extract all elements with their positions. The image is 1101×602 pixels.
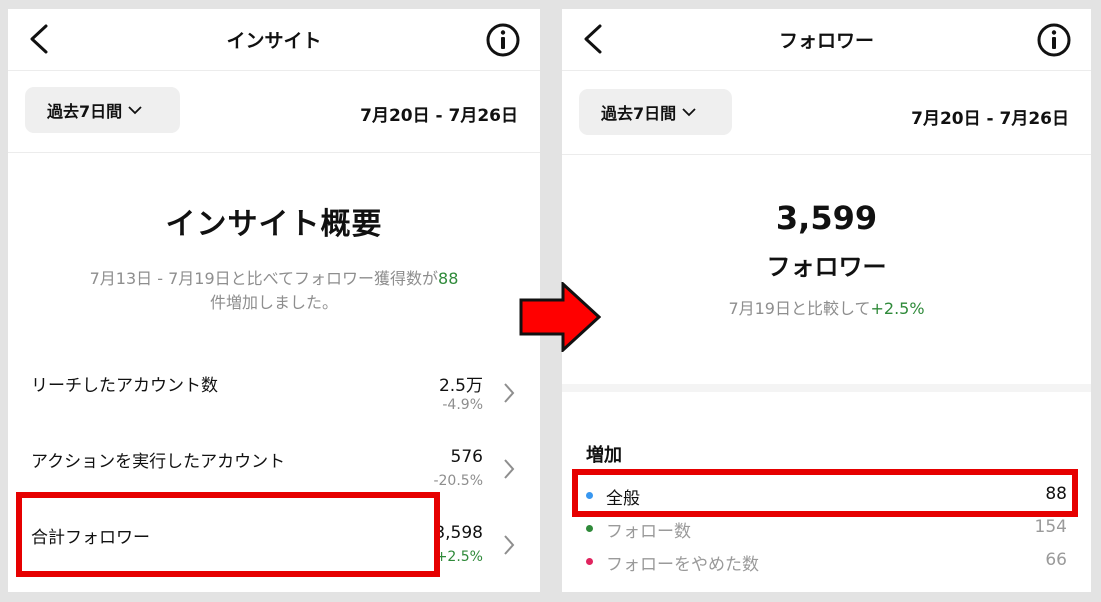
- chevron-right-icon: [504, 535, 515, 555]
- info-circle-icon[interactable]: [1035, 21, 1073, 59]
- page-title: フォロワー: [778, 30, 874, 52]
- chevron-right-icon: [504, 383, 515, 403]
- metric-value: 2.5万: [438, 376, 483, 396]
- metric-label: リーチしたアカウント数: [31, 376, 218, 396]
- metric-label: 合計フォロワー: [31, 528, 150, 548]
- section-separator: [562, 384, 1091, 392]
- compare-change: +2.5%: [870, 299, 925, 318]
- date-range-dropdown[interactable]: 過去7日間: [579, 89, 732, 135]
- growth-item-follows: フォロー数 154: [562, 514, 1091, 544]
- date-range-dropdown-label: 過去7日間: [47, 102, 123, 121]
- divider: [8, 152, 540, 153]
- divider: [562, 154, 1091, 155]
- metric-change: +2.5%: [435, 549, 483, 565]
- summary-count: 88: [438, 269, 459, 288]
- metric-row-reach[interactable]: リーチしたアカウント数 2.5万 -4.9%: [8, 361, 540, 431]
- growth-item-overall: 全般 88: [562, 481, 1091, 511]
- metric-value: 3,598: [434, 523, 483, 543]
- metric-row-total-followers[interactable]: 合計フォロワー 3,598 +2.5%: [8, 513, 540, 583]
- legend-dot: [586, 525, 593, 532]
- follower-count: 3,599: [775, 199, 878, 237]
- growth-item-unfollows: フォローをやめた数 66: [562, 547, 1091, 577]
- date-range-text: 7月20日 - 7月26日: [360, 106, 518, 126]
- growth-item-value: 66: [1045, 550, 1067, 570]
- insights-screen: インサイト 過去7日間 7月20日 - 7月26日 インサイト概要 7月13日 …: [8, 9, 540, 592]
- summary-suffix: 件増加しました。: [209, 293, 338, 312]
- right-arrow-icon: [519, 282, 601, 352]
- header: フォロワー: [562, 9, 1091, 71]
- follower-compare: 7月19日と比較して+2.5%: [562, 295, 1091, 319]
- growth-item-value: 88: [1045, 484, 1067, 504]
- metric-row-actions[interactable]: アクションを実行したアカウント 576 -20.5%: [8, 437, 540, 507]
- metric-label: アクションを実行したアカウント: [31, 452, 286, 472]
- date-range-dropdown-label: 過去7日間: [601, 104, 677, 123]
- metric-value: 576: [450, 447, 483, 467]
- growth-item-label: フォロー数: [606, 522, 691, 542]
- metric-change: -20.5%: [433, 473, 483, 489]
- overview-summary: 7月13日 - 7月19日と比べてフォロワー獲得数が88 件増加しました。: [58, 267, 490, 315]
- page-title: インサイト: [226, 30, 322, 52]
- info-circle-icon[interactable]: [484, 21, 522, 59]
- growth-item-value: 154: [1034, 517, 1067, 537]
- legend-dot: [586, 492, 593, 499]
- followers-screen: フォロワー 過去7日間 7月20日 - 7月26日 3,599 フォロワー 7月…: [562, 9, 1091, 592]
- growth-item-label: フォローをやめた数: [606, 555, 759, 575]
- growth-item-label: 全般: [606, 489, 640, 509]
- summary-prefix: 7月13日 - 7月19日と比べてフォロワー獲得数が: [89, 269, 439, 288]
- chevron-down-icon: [128, 106, 142, 115]
- date-range-dropdown[interactable]: 過去7日間: [25, 87, 180, 133]
- chevron-right-icon: [504, 459, 515, 479]
- metric-change: -4.9%: [442, 397, 483, 413]
- compare-prefix: 7月19日と比較して: [728, 299, 871, 318]
- legend-dot: [586, 558, 593, 565]
- follower-count-label: フォロワー: [766, 253, 887, 281]
- header: インサイト: [8, 9, 540, 71]
- growth-section-title: 増加: [586, 445, 622, 466]
- date-range-text: 7月20日 - 7月26日: [911, 109, 1069, 129]
- overview-title: インサイト概要: [165, 207, 383, 242]
- chevron-down-icon: [682, 108, 696, 117]
